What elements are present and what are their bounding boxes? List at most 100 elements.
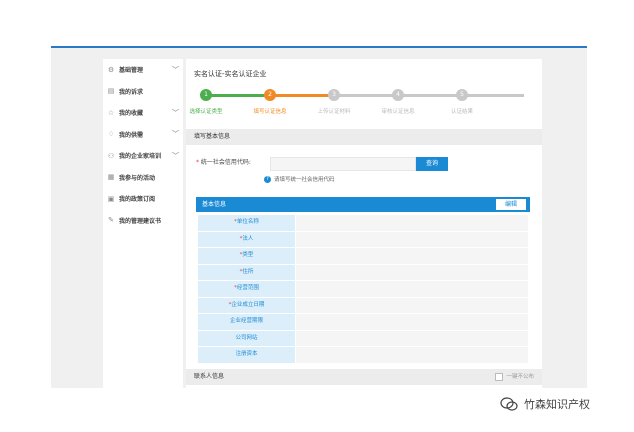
wechat-icon: [500, 397, 518, 411]
field-value: [296, 231, 528, 247]
help-icon: ?: [264, 175, 271, 183]
sidebar-item-1[interactable]: ▤ 我的诉求: [103, 81, 183, 103]
table-row: 公司网站: [198, 330, 528, 346]
sidebar-item-label: 我的收藏: [119, 110, 144, 118]
table-row: *企业成立日期: [198, 297, 528, 313]
step-5-dot: 5: [456, 89, 468, 101]
no-disclose-option[interactable]: 一键不公布: [495, 369, 534, 385]
subscribe-icon: ▣: [107, 194, 115, 203]
field-label: *企业成立日期: [198, 297, 295, 313]
field-label-text: 注册资本: [235, 351, 258, 357]
field-value: [296, 314, 528, 330]
field-label-text: 经营范围: [236, 285, 259, 291]
edit-icon: ✎: [108, 216, 114, 225]
chevron-down-icon[interactable]: ﹀: [172, 129, 179, 139]
sidebar-list: ⚙ 基础管理 ﹀ ▤ 我的诉求 ☆ 我的收藏 ﹀ ♢ 我的供需 ﹀ ⚇ 我的企业家培训 ﹀ ▦ 我参与的活动 ▣…: [103, 59, 183, 231]
sidebar: ⚙ 基础管理 ﹀ ▤ 我的诉求 ☆ 我的收藏 ﹀ ♢ 我的供需 ﹀ ⚇ 我的企业家培训 ﹀ ▦ 我参与的活动 ▣…: [103, 59, 183, 389]
field-label: *类型: [198, 248, 295, 264]
step-4-dot: 4: [392, 89, 404, 101]
hint-text: 请填写统一社会信用代码: [274, 177, 335, 183]
field-label: 注册资本: [198, 347, 295, 363]
step-4-label: 审核认证信息: [381, 109, 415, 115]
sidebar-item-label: 我的企业家培训: [119, 153, 162, 161]
field-label: *住所: [198, 264, 295, 280]
document-icon: ▤: [107, 87, 115, 96]
table-row: *单位名称: [198, 215, 528, 231]
calendar-icon: ▦: [107, 173, 115, 182]
page-title: 实名认证-实名认证企业: [194, 70, 267, 78]
progress-steps: 1 选择认证类型 2 填写认证信息 3 上传认证材料 4 审核认证信息 5 认证结果: [189, 87, 540, 117]
basic-info-header: 基本信息 编辑: [196, 197, 530, 212]
sidebar-item-label: 基础管理: [119, 67, 144, 75]
section-contact: 联系人信息 一键不公布: [186, 369, 542, 385]
watermark-text: 竹森知识产权: [524, 398, 590, 411]
field-label: *经营范围: [198, 281, 295, 297]
credit-code-label: * 统一社会信用代码:: [196, 157, 251, 166]
no-disclose-label: 一键不公布: [506, 374, 534, 380]
bell-icon: ♢: [107, 130, 115, 139]
sidebar-item-7[interactable]: ✎ 我的管理建议书: [103, 210, 183, 232]
step-line-todo: [328, 94, 524, 97]
table-row: *类型: [198, 248, 528, 264]
field-label: *单位名称: [198, 215, 295, 231]
edit-button[interactable]: 编辑: [496, 199, 526, 210]
contact-title: 联系人信息: [194, 373, 225, 380]
sidebar-item-label: 我的政策订阅: [119, 196, 156, 204]
field-label-text: 法人: [242, 235, 254, 242]
sidebar-item-2[interactable]: ☆ 我的收藏 ﹀: [103, 102, 183, 124]
field-label: 企业经营期限: [198, 314, 295, 330]
field-value: [296, 281, 528, 297]
field-label: *法人: [198, 231, 295, 247]
star-icon: ☆: [107, 108, 115, 117]
required-mark: *: [196, 159, 199, 166]
watermark: 竹森知识产权: [500, 396, 590, 412]
sidebar-item-5[interactable]: ▦ 我参与的活动: [103, 167, 183, 189]
credit-code-input[interactable]: [270, 157, 416, 171]
step-2-label: 填写认证信息: [253, 109, 287, 115]
table-row: 企业经营期限: [198, 314, 528, 330]
field-value: [296, 264, 528, 280]
step-3-dot: 3: [328, 89, 340, 101]
step-1-label: 选择认证类型: [189, 109, 223, 115]
sidebar-item-label: 我参与的活动: [119, 174, 156, 182]
table-row: 注册资本: [198, 347, 528, 363]
query-button[interactable]: 查询: [416, 157, 448, 171]
step-line-done: [206, 94, 264, 97]
field-label: 公司网站: [198, 330, 295, 346]
section-fill-basic: 填写基本信息: [186, 129, 542, 145]
chevron-down-icon[interactable]: ﹀: [172, 65, 179, 75]
field-label-text: 企业成立日期: [231, 301, 265, 308]
step-2-dot: 2: [264, 89, 276, 101]
sidebar-item-0[interactable]: ⚙ 基础管理 ﹀: [103, 59, 183, 81]
gear-icon: ⚙: [107, 65, 115, 74]
credit-code-hint: ? 请填写统一社会信用代码: [264, 175, 335, 183]
field-value: [296, 347, 528, 363]
step-3-label: 上传认证材料: [317, 109, 351, 115]
sidebar-item-label: 我的供需: [119, 131, 144, 139]
step-5-label: 认证结果: [450, 109, 473, 115]
field-label-text: 企业经营期限: [229, 318, 263, 324]
table-row: *住所: [198, 264, 528, 280]
field-value: [296, 297, 528, 313]
field-label-text: 单位名称: [236, 219, 259, 225]
sidebar-item-label: 我的管理建议书: [119, 217, 162, 225]
sidebar-item-3[interactable]: ♢ 我的供需 ﹀: [103, 124, 183, 146]
basic-info-title: 基本信息: [202, 201, 227, 208]
training-icon: ⚇: [107, 151, 115, 160]
credit-code-label-text: 统一社会信用代码:: [200, 159, 251, 166]
sidebar-item-4[interactable]: ⚇ 我的企业家培训 ﹀: [103, 145, 183, 167]
field-label-text: 类型: [242, 252, 254, 258]
sidebar-item-label: 我的诉求: [119, 88, 144, 96]
main-panel: 实名认证-实名认证企业 1 选择认证类型 2 填写认证信息 3 上传认证材料 4 审核认证信息…: [186, 59, 542, 389]
table-row: *法人: [198, 231, 528, 247]
chevron-down-icon[interactable]: ﹀: [172, 151, 179, 161]
field-label-text: 住所: [242, 268, 254, 275]
sidebar-item-6[interactable]: ▣ 我的政策订阅: [103, 188, 183, 210]
basic-info-table: *单位名称 *法人 *类型 *住所 *经营范围 *企业成立日期企业经营期限 公司网站注册资本: [198, 215, 528, 364]
table-row: *经营范围: [198, 281, 528, 297]
no-disclose-checkbox[interactable]: [495, 373, 504, 381]
field-value: [296, 248, 528, 264]
field-value: [296, 215, 528, 231]
field-label-text: 公司网站: [235, 334, 258, 341]
step-1-dot: 1: [200, 89, 212, 101]
